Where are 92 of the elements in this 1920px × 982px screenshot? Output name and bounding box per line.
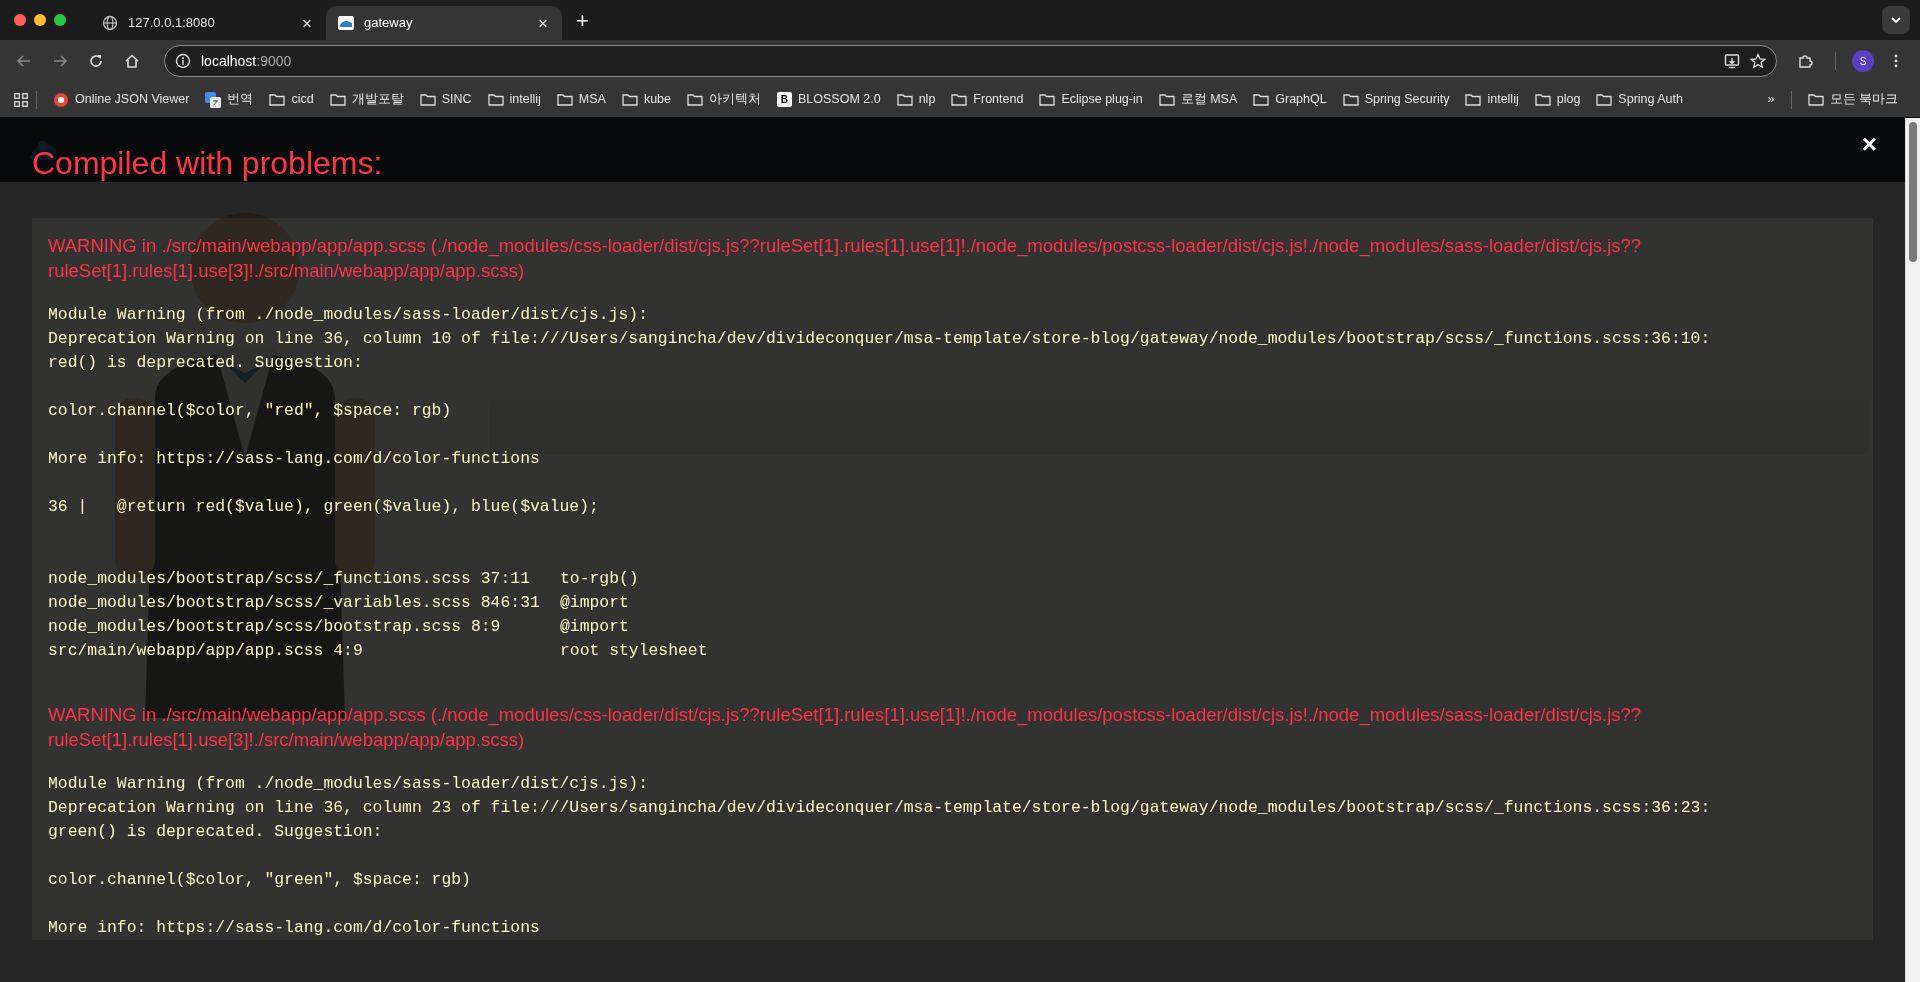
code-line: More info: https://sass-lang.com/d/color-functions [48, 918, 540, 938]
minimize-window-button[interactable] [34, 14, 46, 26]
bookmark[interactable]: Eclipse plug-in [1031, 87, 1151, 112]
address-bar[interactable]: localhost:9000 [164, 45, 1777, 77]
globe-icon [102, 15, 118, 31]
bookmark[interactable]: nlp [888, 87, 944, 112]
chevron-down-icon [1890, 14, 1902, 26]
home-icon[interactable] [124, 53, 140, 69]
letter-badge-icon: B [777, 92, 792, 107]
bookmark[interactable]: cicd [261, 87, 322, 112]
warning-heading: WARNING in ./src/main/webapp/app/app.scss (./node_modules/css-loader/dist/cjs.js??ruleSet[1].rules[1].use[1]!./node_modules/postcss-loader/dist/cjs.js!./node_modules/sass-loader/dist/cjs.js??ruleSet[1].rules[1].use[3]!./src/main/webapp/app/app.scss) [48, 703, 1643, 752]
bookmark[interactable]: 개발포탈 [321, 87, 412, 112]
close-button[interactable]: × [1855, 124, 1883, 165]
bookmark[interactable]: SINC [411, 87, 480, 112]
stack-caller: @import [560, 592, 629, 615]
folder-icon [269, 91, 286, 108]
url-host: localhost [201, 51, 257, 71]
folder-icon [1039, 91, 1056, 108]
folder-icon [1253, 91, 1270, 108]
stack-location: src/main/webapp/app/app.scss 4:9 [48, 641, 363, 661]
code-line: Module Warning (from ./node_modules/sass-loader/dist/cjs.js): [48, 774, 648, 794]
bookmark[interactable]: intellij [479, 87, 549, 112]
zoom-window-button[interactable] [54, 14, 66, 26]
new-tab-button[interactable]: + [570, 9, 595, 33]
folder-icon [951, 91, 968, 108]
warning-heading: WARNING in ./src/main/webapp/app/app.scss (./node_modules/css-loader/dist/cjs.js??ruleSet[1].rules[1].use[1]!./node_modules/postcss-loader/dist/cjs.js!./node_modules/sass-loader/dist/cjs.js??ruleSet[1].rules[1].use[3]!./src/main/webapp/app/app.scss) [48, 234, 1643, 283]
circle-logo-icon [53, 91, 69, 108]
url-port: :9000 [256, 51, 292, 71]
folder-icon [556, 91, 573, 108]
bookmark[interactable]: Frontend [943, 87, 1032, 112]
back-icon[interactable] [16, 53, 32, 69]
bookmark[interactable]: 아키텍처 [679, 87, 769, 112]
stack-location: node_modules/bootstrap/scss/bootstrap.scss 8:9 [48, 617, 501, 637]
code-line: Deprecation Warning on line 36, column 23 of file:///Users/sangincha/dev/divideconquer/msa-template/store-blog/gateway/node_modules/bootstrap/scss/_functions.scss:36:23: [48, 798, 1711, 818]
bookmark[interactable]: GraphQL [1245, 87, 1335, 112]
bookmark[interactable]: Spring Security [1334, 87, 1458, 112]
forward-icon[interactable] [52, 53, 68, 69]
puzzle-icon[interactable] [1797, 53, 1813, 69]
code-line: Deprecation Warning on line 36, column 10 of file:///Users/sangincha/dev/divideconquer/msa-template/store-blog/gateway/node_modules/bootstrap/scss/_functions.scss:36:10: [48, 329, 1711, 349]
star-icon[interactable] [1750, 53, 1766, 69]
folder-icon [487, 91, 504, 108]
stack-location: node_modules/bootstrap/scss/_functions.scss 37:11 [48, 569, 530, 589]
folder-icon [1342, 91, 1359, 108]
code-line: 36 | @return red($value), green($value), blue($value); [48, 497, 599, 517]
folder-icon [329, 91, 346, 108]
code-line: green() is deprecated. Suggestion: [48, 822, 383, 842]
stack-caller: to-rgb() [560, 568, 639, 591]
bookmark[interactable]: 로컬 MSA [1150, 87, 1246, 112]
app-logo-icon [338, 15, 354, 31]
browser-tab[interactable]: 127.0.0.1:8080 × [90, 6, 326, 40]
close-tab-button[interactable]: × [300, 14, 314, 32]
bookmark[interactable]: Online JSON Viewer [45, 87, 198, 112]
reload-icon[interactable] [88, 53, 104, 69]
code-line: color.channel($color, "green", $space: rgb) [48, 870, 471, 890]
bookmark[interactable]: intellij [1457, 87, 1527, 112]
folder-icon [1534, 91, 1551, 108]
close-window-button[interactable] [14, 14, 26, 26]
tab-title: gateway [364, 14, 413, 33]
bookmark[interactable]: plog [1526, 87, 1589, 112]
code-line: color.channel($color, "red", $space: rgb) [48, 401, 452, 421]
bookmark[interactable]: MSA [548, 87, 614, 112]
folder-icon [687, 91, 703, 108]
apps-grid-icon[interactable] [14, 92, 28, 107]
stack-location: node_modules/bootstrap/scss/_variables.scss 846:31 [48, 593, 540, 613]
all-bookmarks-folder[interactable]: 모든 북마크 [1799, 87, 1906, 112]
install-app-icon[interactable] [1724, 53, 1740, 69]
code-line: red() is deprecated. Suggestion: [48, 353, 363, 373]
folder-icon [1807, 91, 1824, 108]
bookmark[interactable]: 번역 [197, 87, 262, 112]
bookmark[interactable]: Spring Auth [1588, 87, 1691, 112]
folder-icon [419, 91, 436, 108]
site-info-icon [175, 53, 191, 69]
code-line: Module Warning (from ./node_modules/sass-loader/dist/cjs.js): [48, 305, 648, 325]
overlay-title: Compiled with problems: [32, 144, 383, 183]
stack-caller: root stylesheet [560, 640, 708, 663]
profile-avatar[interactable]: S [1852, 50, 1874, 72]
code-line: More info: https://sass-lang.com/d/color-functions [48, 449, 540, 469]
bookmark[interactable]: kube [613, 87, 679, 112]
bookmarks-overflow-button[interactable]: » [1759, 87, 1783, 112]
scrollbar[interactable] [1905, 118, 1920, 982]
folder-icon [1465, 91, 1482, 108]
folder-icon [1596, 91, 1613, 108]
tab-search-button[interactable] [1882, 6, 1910, 34]
translate-icon [205, 91, 222, 108]
bookmark[interactable]: B BLOSSOM 2.0 [769, 87, 889, 112]
tab-title: 127.0.0.1:8080 [128, 14, 215, 33]
folder-icon [896, 91, 913, 108]
browser-tab[interactable]: gateway × [326, 6, 562, 40]
stack-caller: @import [560, 616, 629, 639]
folder-icon [1158, 91, 1175, 108]
close-tab-button[interactable]: × [536, 14, 550, 32]
folder-icon [621, 91, 638, 108]
